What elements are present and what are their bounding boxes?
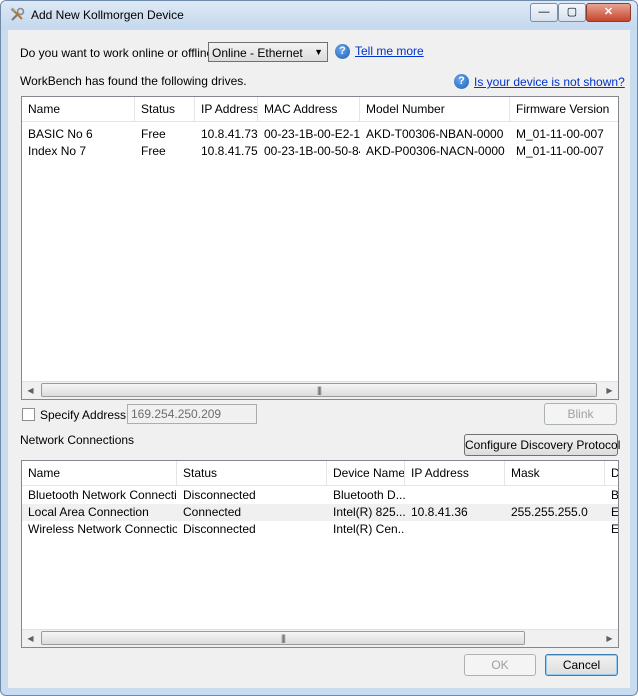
table-row[interactable]: Wireless Network Connection Disconnected… [22, 521, 618, 538]
network-connections-list[interactable]: Name Status Device Name IP Address Mask … [21, 460, 619, 648]
minimize-button[interactable]: — [530, 3, 558, 22]
column-header-name[interactable]: Name [22, 97, 135, 121]
table-row[interactable]: Local Area Connection Connected Intel(R)… [22, 504, 618, 521]
connection-name-cell: Bluetooth Network Connection [28, 488, 177, 502]
scrollbar-thumb[interactable]: ||| [41, 631, 525, 645]
connection-d-cell: B [611, 488, 619, 502]
column-header-device-name[interactable]: Device Name [327, 461, 405, 485]
connection-ip-cell [405, 487, 505, 504]
table-row[interactable]: Index No 7 Free 10.8.41.75 00-23-1B-00-5… [22, 143, 618, 160]
help-icon[interactable]: ? [335, 44, 350, 59]
drive-name-cell: BASIC No 6 [28, 127, 93, 141]
specify-address-label: Specify Address: [40, 408, 130, 422]
connection-d-cell: E [611, 505, 619, 519]
scroll-left-arrow-icon[interactable]: ◀ [22, 382, 39, 399]
drive-name-cell: Index No 7 [28, 144, 87, 158]
blink-button[interactable]: Blink [544, 403, 617, 425]
connection-name-cell: Local Area Connection [28, 505, 149, 519]
specify-address-input[interactable]: 169.254.250.209 [127, 404, 257, 424]
connection-mode-value: Online - Ethernet [212, 46, 303, 60]
table-row[interactable]: Bluetooth Network Connection Disconnecte… [22, 487, 618, 504]
title-bar[interactable]: Add New Kollmorgen Device — ▢ ✕ [1, 1, 637, 29]
table-row[interactable]: BASIC No 6 Free 10.8.41.73 00-23-1B-00-E… [22, 126, 618, 143]
connection-mask-cell [505, 487, 605, 504]
drive-status-cell: Free [141, 127, 166, 141]
grip-icon: ||| [280, 633, 286, 643]
connection-status-cell: Disconnected [183, 488, 256, 502]
drive-firmware-cell: M_01-11-00-007 [516, 127, 604, 141]
column-header-mask[interactable]: Mask [505, 461, 605, 485]
connection-device-cell: Bluetooth D... [333, 488, 405, 502]
drives-list[interactable]: Name Status IP Address MAC Address Model… [21, 96, 619, 400]
network-horizontal-scrollbar[interactable]: ◀ ||| ▶ [22, 629, 618, 647]
column-header-status[interactable]: Status [177, 461, 327, 485]
connection-device-cell: Intel(R) 825... [333, 505, 405, 519]
connection-status-cell: Disconnected [183, 522, 256, 536]
connection-ip-cell [405, 521, 505, 538]
column-header-ip-address[interactable]: IP Address [405, 461, 505, 485]
minimize-icon: — [538, 6, 550, 18]
online-question-label: Do you want to work online or offline? [20, 46, 220, 60]
window-title: Add New Kollmorgen Device [31, 8, 184, 22]
connection-d-cell: E [611, 522, 619, 536]
column-header-firmware-version[interactable]: Firmware Version [510, 97, 618, 121]
drives-found-label: WorkBench has found the following drives… [20, 74, 247, 88]
connection-mask-cell: 255.255.255.0 [511, 505, 588, 519]
column-header-name[interactable]: Name [22, 461, 177, 485]
close-button[interactable]: ✕ [586, 3, 631, 22]
configure-discovery-protocol-button[interactable]: Configure Discovery Protocol [464, 434, 620, 456]
chevron-down-icon: ▼ [314, 47, 323, 57]
connection-ip-cell: 10.8.41.36 [411, 505, 468, 519]
dialog-client-area: Do you want to work online or offline? O… [8, 30, 630, 688]
column-header-mac-address[interactable]: MAC Address [258, 97, 360, 121]
drive-model-cell: AKD-P00306-NACN-0000 [366, 144, 505, 158]
scroll-right-arrow-icon[interactable]: ▶ [601, 630, 618, 647]
column-header-model-number[interactable]: Model Number [360, 97, 510, 121]
column-header-ip-address[interactable]: IP Address [195, 97, 258, 121]
connection-mask-cell [505, 521, 605, 538]
connection-device-cell: Intel(R) Cen... [333, 522, 405, 536]
scroll-right-arrow-icon[interactable]: ▶ [601, 382, 618, 399]
help-icon[interactable]: ? [454, 74, 469, 89]
column-header-d[interactable]: D [605, 461, 618, 485]
ok-button[interactable]: OK [464, 654, 536, 676]
dialog-window: Add New Kollmorgen Device — ▢ ✕ Do you w… [0, 0, 638, 696]
cancel-button[interactable]: Cancel [545, 654, 618, 676]
connection-status-cell: Connected [183, 505, 242, 519]
specify-address-checkbox[interactable] [22, 408, 35, 421]
maximize-button[interactable]: ▢ [558, 3, 586, 22]
drive-model-cell: AKD-T00306-NBAN-0000 [366, 127, 504, 141]
scrollbar-thumb[interactable]: ||| [41, 383, 597, 397]
drive-ip-cell: 10.8.41.73 [201, 127, 258, 141]
scroll-left-arrow-icon[interactable]: ◀ [22, 630, 39, 647]
network-list-header: Name Status Device Name IP Address Mask … [22, 461, 618, 486]
network-connections-label: Network Connections [20, 433, 135, 447]
tell-me-more-link[interactable]: Tell me more [355, 44, 424, 58]
close-icon: ✕ [603, 6, 614, 18]
drive-mac-cell: 00-23-1B-00-50-84 [264, 144, 360, 158]
drives-list-header: Name Status IP Address MAC Address Model… [22, 97, 618, 122]
drive-firmware-cell: M_01-11-00-007 [516, 144, 604, 158]
drive-ip-cell: 10.8.41.75 [201, 144, 258, 158]
device-not-shown-link[interactable]: Is your device is not shown? [474, 75, 625, 89]
connection-mode-select[interactable]: Online - Ethernet ▼ [208, 42, 328, 62]
drive-status-cell: Free [141, 144, 166, 158]
drive-mac-cell: 00-23-1B-00-E2-1B [264, 127, 360, 141]
column-header-status[interactable]: Status [135, 97, 195, 121]
drives-horizontal-scrollbar[interactable]: ◀ ||| ▶ [22, 381, 618, 399]
connection-name-cell: Wireless Network Connection [28, 522, 177, 536]
grip-icon: ||| [316, 385, 322, 395]
maximize-icon: ▢ [566, 6, 578, 18]
tools-icon [10, 7, 25, 21]
